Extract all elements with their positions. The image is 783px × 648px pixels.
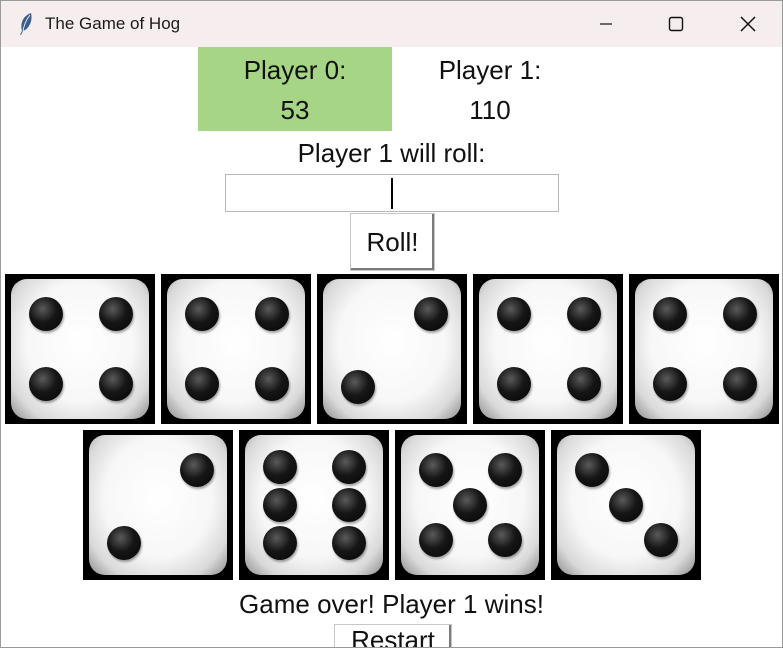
die-pip bbox=[106, 525, 141, 560]
game-status: Game over! Player 1 wins! bbox=[239, 589, 544, 619]
die-pip bbox=[28, 297, 63, 331]
die-pip bbox=[179, 453, 214, 487]
die-pip bbox=[453, 488, 487, 522]
die-pip bbox=[98, 297, 133, 331]
die-face-4 bbox=[161, 274, 311, 424]
die-pip bbox=[413, 297, 448, 331]
die-pip bbox=[722, 367, 757, 401]
player0-score: 53 bbox=[280, 95, 310, 125]
restart-button[interactable]: Restart bbox=[334, 624, 452, 647]
die-face-5 bbox=[395, 430, 545, 580]
minimize-icon bbox=[600, 23, 612, 25]
window-title: The Game of Hog bbox=[45, 14, 181, 33]
die-pip bbox=[722, 297, 757, 331]
text-cursor bbox=[391, 178, 393, 209]
maximize-icon bbox=[668, 16, 684, 32]
die-pip bbox=[574, 453, 609, 487]
die-pip bbox=[566, 367, 601, 401]
die-pip bbox=[184, 297, 219, 331]
die-pip bbox=[331, 488, 366, 522]
die-pip bbox=[254, 297, 289, 331]
feather-icon bbox=[20, 13, 32, 35]
die-pip bbox=[331, 450, 366, 485]
die-face-6 bbox=[239, 430, 389, 580]
die-pip bbox=[254, 367, 289, 401]
die-pip bbox=[487, 523, 522, 557]
die-face-2 bbox=[83, 430, 233, 580]
die-face-4 bbox=[629, 274, 779, 424]
die-face-4 bbox=[473, 274, 623, 424]
die-pip bbox=[262, 488, 297, 522]
die-pip bbox=[566, 297, 601, 331]
die-pip bbox=[98, 367, 133, 401]
die-face-3 bbox=[551, 430, 701, 580]
minimize-button[interactable] bbox=[583, 1, 629, 47]
die-pip bbox=[418, 453, 453, 487]
die-pip bbox=[418, 523, 453, 557]
die-pip bbox=[609, 488, 643, 522]
close-button[interactable] bbox=[725, 1, 771, 47]
close-icon bbox=[740, 16, 756, 32]
player1-label: Player 1: bbox=[438, 55, 542, 85]
player0-label: Player 0: bbox=[243, 55, 347, 85]
die-pip bbox=[496, 367, 531, 401]
die-pip bbox=[262, 525, 297, 560]
die-pip bbox=[487, 453, 522, 487]
die-face-2 bbox=[317, 274, 467, 424]
die-pip bbox=[28, 367, 63, 401]
die-pip bbox=[496, 297, 531, 331]
maximize-button[interactable] bbox=[653, 1, 699, 47]
die-pip bbox=[340, 369, 375, 404]
die-pip bbox=[184, 367, 219, 401]
die-pip bbox=[331, 525, 366, 560]
player1-score: 110 bbox=[469, 95, 511, 125]
player1-score-panel: Player 1: 110 bbox=[393, 47, 587, 131]
title-bar: The Game of Hog bbox=[1, 1, 782, 47]
roll-button[interactable]: Roll! bbox=[350, 213, 435, 271]
roll-prompt: Player 1 will roll: bbox=[297, 138, 486, 168]
die-pip bbox=[643, 523, 678, 557]
die-face-4 bbox=[5, 274, 155, 424]
die-pip bbox=[262, 450, 297, 485]
die-pip bbox=[652, 367, 687, 401]
app-window: The Game of Hog Player 0: 53 Player 1: 1… bbox=[0, 0, 783, 648]
player0-score-panel: Player 0: 53 bbox=[198, 47, 392, 131]
die-pip bbox=[652, 297, 687, 331]
